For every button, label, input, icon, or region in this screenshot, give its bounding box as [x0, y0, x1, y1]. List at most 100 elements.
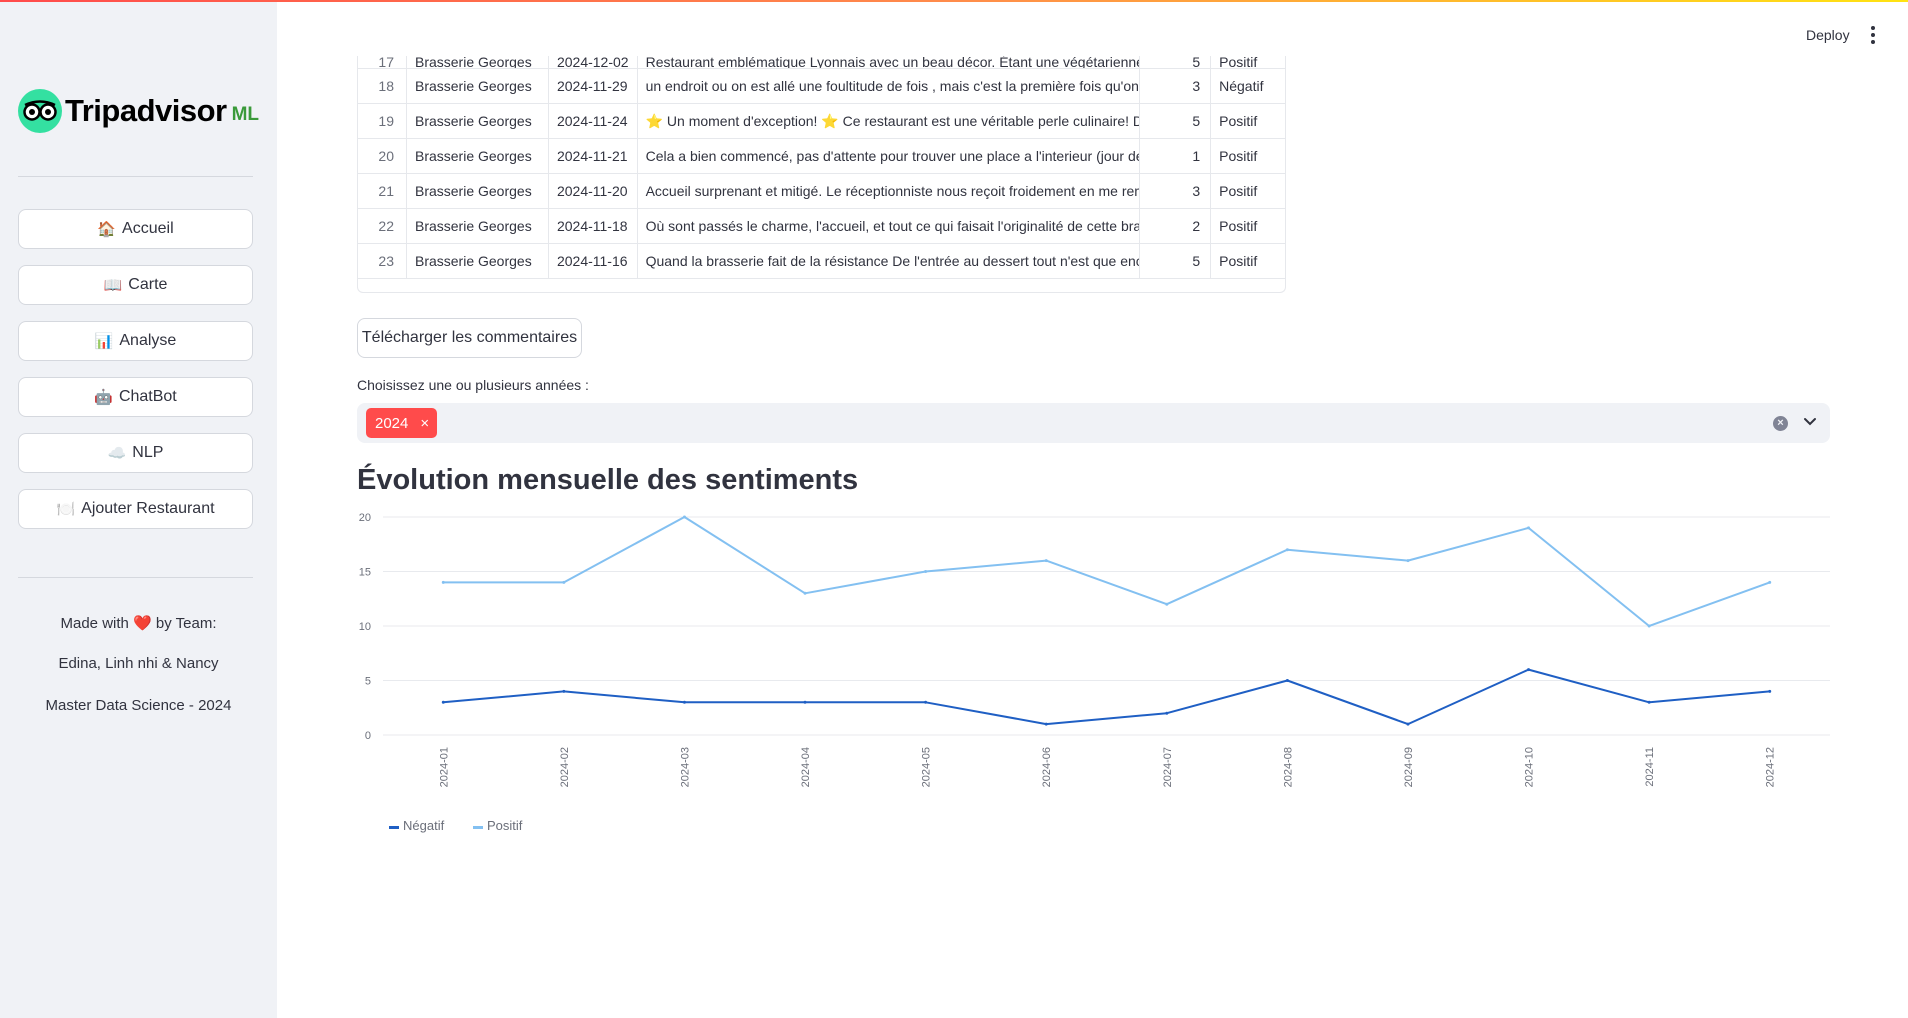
- x-tick-label: 2024-08: [1282, 747, 1294, 787]
- data-point: [1044, 722, 1048, 726]
- nav-accueil-button[interactable]: 🏠 Accueil: [18, 209, 253, 249]
- cell-date: 2024-11-29: [548, 68, 638, 104]
- cell-date: 2024-11-20: [548, 173, 638, 209]
- x-tick-label: 2024-10: [1524, 747, 1536, 787]
- cell-sentiment: Positif: [1210, 208, 1285, 244]
- data-point: [803, 700, 807, 704]
- x-tick-label: 2024-06: [1041, 747, 1053, 787]
- data-point: [1768, 689, 1772, 693]
- year-multiselect[interactable]: 2024 × ×: [357, 403, 1830, 443]
- year-tag-label: 2024: [375, 414, 409, 432]
- nav-nlp-button[interactable]: ☁️ NLP: [18, 433, 253, 473]
- y-tick-label: 15: [359, 567, 371, 579]
- chart-title: Évolution mensuelle des sentiments: [357, 464, 859, 496]
- cell-comment: Où sont passés le charme, l'accueil, et …: [637, 208, 1140, 244]
- year-tag[interactable]: 2024 ×: [366, 408, 438, 438]
- data-point: [441, 700, 445, 704]
- series-line-négatif: [443, 668, 1770, 726]
- cell-date: 2024-11-21: [548, 138, 638, 174]
- data-point: [441, 580, 445, 584]
- y-tick-label: 0: [365, 730, 371, 742]
- table-row: 17 Brasserie Georges 2024-12-02 Restaura…: [358, 56, 1285, 69]
- data-point: [1406, 559, 1410, 563]
- cell-restaurant: Brasserie Georges: [406, 173, 549, 209]
- reviews-table[interactable]: 17 Brasserie Georges 2024-12-02 Restaura…: [357, 56, 1286, 293]
- cell-restaurant: Brasserie Georges: [406, 243, 549, 279]
- table-row: 23 Brasserie Georges 2024-11-16 Quand la…: [358, 243, 1285, 279]
- logo-text: Tripadvisor: [65, 93, 227, 128]
- robot-icon: 🤖: [94, 389, 113, 406]
- heart-icon: ❤️: [133, 615, 152, 632]
- sidebar-divider: [18, 176, 253, 177]
- x-tick-label: 2024-04: [800, 747, 812, 787]
- data-point: [1165, 602, 1169, 606]
- cell-sentiment: Positif: [1210, 103, 1285, 139]
- x-tick-label: 2024-11: [1644, 747, 1656, 787]
- cell-note: 2: [1139, 208, 1212, 244]
- nav-label: ChatBot: [118, 388, 177, 405]
- course-name: Master Data Science - 2024: [45, 697, 232, 714]
- sentiment-line-chart: 20 15 10 5 0 2024-01 2024-02 2024-03 2024-04 2024…: [359, 512, 1830, 833]
- cell-sentiment: Positif: [1210, 138, 1285, 174]
- map-book-icon: 📖: [103, 277, 123, 294]
- y-tick-label: 20: [359, 512, 371, 524]
- bar-chart-icon: 📊: [94, 333, 114, 350]
- nav-label: Carte: [128, 276, 168, 293]
- nav-label: Ajouter Restaurant: [81, 500, 215, 517]
- data-point: [1647, 624, 1651, 628]
- legend-label: Positif: [487, 818, 523, 833]
- data-point: [562, 580, 566, 584]
- row-index: 17: [358, 56, 407, 69]
- y-tick-label: 10: [359, 621, 371, 633]
- x-tick-label: 2024-07: [1162, 747, 1174, 787]
- cell-restaurant: Brasserie Georges: [406, 138, 549, 174]
- owl-logo-icon: [18, 89, 62, 133]
- tripadvisor-logo: Tripadvisor ML: [18, 88, 259, 134]
- data-point: [1768, 580, 1772, 584]
- cell-date: 2024-11-18: [548, 208, 638, 244]
- row-index: 22: [358, 208, 407, 244]
- row-index: 21: [358, 173, 407, 209]
- table-row: 19 Brasserie Georges 2024-11-24 ⭐ Un mom…: [358, 103, 1285, 139]
- row-index: 19: [358, 103, 407, 139]
- cell-restaurant: Brasserie Georges: [406, 103, 549, 139]
- cell-date: 2024-11-24: [548, 103, 638, 139]
- data-point: [924, 570, 928, 573]
- cell-note: 5: [1139, 56, 1212, 69]
- sidebar: Tripadvisor ML 🏠 Accueil 📖 Carte 📊 Analy…: [0, 0, 277, 1018]
- chevron-down-icon[interactable]: [1800, 412, 1820, 432]
- cell-comment: Restaurant emblématique Lyonnais avec un…: [637, 56, 1140, 69]
- team-names: Edina, Linh nhi & Nancy: [58, 655, 219, 672]
- remove-tag-icon[interactable]: ×: [420, 415, 429, 432]
- clear-all-icon[interactable]: ×: [1773, 416, 1788, 431]
- nav-ajouter-restaurant-button[interactable]: 🍽️ Ajouter Restaurant: [18, 489, 253, 529]
- nav-label: Accueil: [122, 220, 174, 237]
- table-row: 18 Brasserie Georges 2024-11-29 un endro…: [358, 68, 1285, 104]
- row-index: 23: [358, 243, 407, 279]
- cell-comment: Accueil surprenant et mitigé. Le récepti…: [637, 173, 1140, 209]
- deploy-button[interactable]: Deploy: [1806, 27, 1850, 43]
- house-icon: 🏠: [97, 221, 117, 238]
- table-row: 21 Brasserie Georges 2024-11-20 Accueil …: [358, 173, 1285, 209]
- data-point: [682, 515, 686, 519]
- cell-restaurant: Brasserie Georges: [406, 68, 549, 104]
- cell-comment: Quand la brasserie fait de la résistance…: [637, 243, 1140, 279]
- made-with-suffix: by Team:: [155, 615, 217, 632]
- table-row: 20 Brasserie Georges 2024-11-21 Cela a b…: [358, 138, 1285, 174]
- cell-sentiment: Positif: [1210, 243, 1285, 279]
- cell-note: 5: [1139, 103, 1212, 139]
- cell-note: 5: [1139, 243, 1212, 279]
- nav-chatbot-button[interactable]: 🤖 ChatBot: [18, 377, 253, 417]
- data-point: [1285, 679, 1289, 682]
- year-select-label: Choisissez une ou plusieurs années :: [357, 377, 589, 393]
- main-menu-kebab-icon[interactable]: [1870, 26, 1876, 44]
- download-comments-button[interactable]: Télécharger les commentaires: [357, 318, 582, 358]
- row-index: 20: [358, 138, 407, 174]
- sidebar-divider: [18, 577, 253, 578]
- cell-date: 2024-11-16: [548, 243, 638, 279]
- row-index: 18: [358, 68, 407, 104]
- data-point: [1647, 700, 1651, 704]
- nav-analyse-button[interactable]: 📊 Analyse: [18, 321, 253, 361]
- nav-carte-button[interactable]: 📖 Carte: [18, 265, 253, 305]
- nav-label: Analyse: [119, 332, 177, 349]
